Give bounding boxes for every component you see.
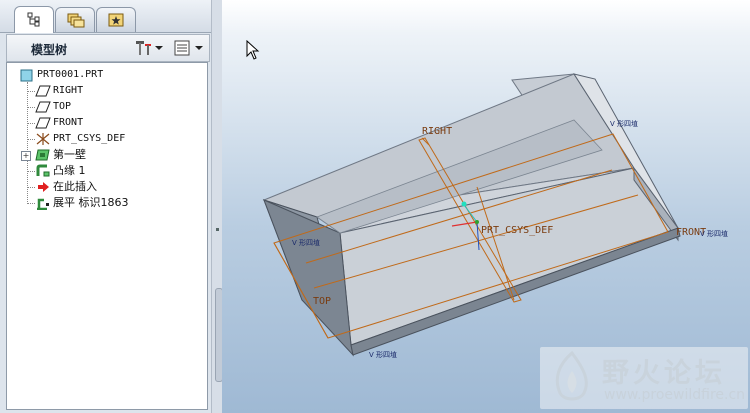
chevron-down-icon <box>155 46 163 50</box>
datum-plane-icon <box>35 117 51 129</box>
navigator-panel: 模型树 PRT0001.PRT RIGHT TOP FRONT PRT_CSYS… <box>0 0 223 413</box>
model-tree: PRT0001.PRT RIGHT TOP FRONT PRT_CSYS_DEF… <box>6 62 208 410</box>
model-tree-tab-icon <box>27 12 40 27</box>
insert-here-arrow-icon <box>38 182 49 192</box>
splitter-collapse-icon[interactable] <box>216 228 219 231</box>
tag-label: V 形四埴 <box>610 119 638 128</box>
tag-label: V 形四埴 <box>292 238 320 247</box>
datum-plane-icon <box>35 85 51 97</box>
flange-icon <box>36 164 50 177</box>
datum-label-right: RIGHT <box>422 126 452 137</box>
flame-logo-icon <box>555 350 588 401</box>
folder-browser-tab[interactable] <box>55 7 95 32</box>
tree-columns-icon <box>174 40 190 56</box>
favorites-tab[interactable] <box>96 7 136 32</box>
mouse-cursor-icon <box>246 40 260 60</box>
part-icon <box>20 69 33 82</box>
expand-toggle[interactable]: + <box>21 151 31 161</box>
model-tree-header: 模型树 <box>6 34 210 62</box>
watermark-title: 野火论坛 <box>602 358 726 389</box>
tree-settings-button[interactable] <box>133 39 165 57</box>
tree-columns-button[interactable] <box>173 39 205 57</box>
csys-icon <box>36 133 50 145</box>
favorites-tab-icon <box>108 13 124 27</box>
tag-label: V 形四埴 <box>369 350 397 359</box>
tree-guide-line <box>27 82 28 202</box>
model-tree-tab[interactable] <box>14 6 54 33</box>
chevron-down-icon <box>195 46 203 50</box>
watermark-url: www.proewildfire.cn <box>604 387 746 403</box>
unbend-icon <box>37 198 49 210</box>
folder-browser-tab-icon <box>67 13 85 28</box>
model-tree-title: 模型树 <box>31 43 68 57</box>
sheetmetal-wall-icon <box>35 149 50 161</box>
datum-plane-icon <box>35 101 51 113</box>
datum-label-top: TOP <box>313 296 331 307</box>
tag-label: V 形四埴 <box>700 229 728 238</box>
watermark: 野火论坛 www.proewildfire.cn <box>540 347 748 409</box>
csys-label: PRT_CSYS_DEF <box>481 225 553 236</box>
navigator-tabstrip <box>0 0 222 33</box>
tree-settings-icon <box>136 41 151 55</box>
